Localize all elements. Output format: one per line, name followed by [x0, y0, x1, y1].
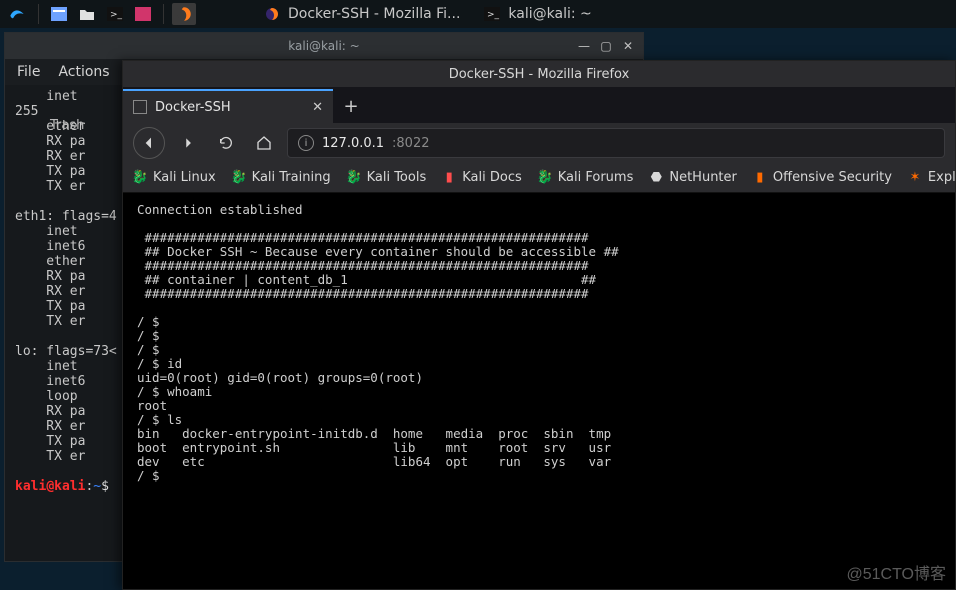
bug-icon: ✶	[908, 171, 922, 185]
forward-button[interactable]	[173, 128, 203, 158]
home-button[interactable]	[249, 128, 279, 158]
url-bar[interactable]: i 127.0.0.1 :8022	[287, 128, 945, 158]
dragon-icon: 🐉	[232, 171, 246, 185]
reload-button[interactable]	[211, 128, 241, 158]
back-button[interactable]	[133, 127, 165, 159]
bookmark-kali-linux[interactable]: 🐉Kali Linux	[133, 170, 216, 185]
taskbar-entry-label: kali@kali: ~	[508, 6, 591, 22]
firefox-window: Docker-SSH - Mozilla Firefox Docker-SSH …	[122, 60, 956, 590]
arrow-right-icon	[181, 136, 195, 150]
prompt-symbol: $	[101, 479, 109, 494]
dragon-icon: 🐉	[538, 171, 552, 185]
svg-text:>_: >_	[110, 10, 123, 20]
menu-actions[interactable]: Actions	[58, 64, 109, 80]
terminal-output: inet 255 ether RX pa RX er TX pa TX er e…	[15, 89, 117, 464]
tab-favicon	[133, 100, 147, 114]
close-button[interactable]: ✕	[619, 37, 637, 55]
taskbar-divider	[163, 4, 164, 24]
plus-icon: +	[343, 96, 358, 117]
prompt-cwd: ~	[93, 479, 101, 494]
watermark: @51CTO博客	[846, 560, 946, 584]
bookmark-kali-docs[interactable]: ▮Kali Docs	[442, 170, 522, 185]
page-content[interactable]: Connection established #################…	[123, 193, 955, 589]
bookmark-offensive-security[interactable]: ▮Offensive Security	[753, 170, 892, 185]
shield-icon: ⬣	[649, 171, 663, 185]
firefox-launcher-icon[interactable]	[172, 3, 196, 25]
bookmark-kali-forums[interactable]: 🐉Kali Forums	[538, 170, 634, 185]
new-tab-button[interactable]: +	[333, 89, 369, 123]
firefox-titlebar[interactable]: Docker-SSH - Mozilla Firefox	[123, 61, 955, 87]
tab-close-icon[interactable]: ✕	[312, 100, 323, 115]
bookmark-kali-training[interactable]: 🐉Kali Training	[232, 170, 331, 185]
minimize-button[interactable]: —	[575, 37, 593, 55]
menu-file[interactable]: File	[17, 64, 40, 80]
prompt-host: kali	[54, 479, 85, 494]
firefox-icon	[264, 6, 280, 22]
home-icon	[256, 135, 272, 151]
firefox-tabstrip: Docker-SSH ✕ +	[123, 87, 955, 123]
url-port: :8022	[392, 136, 429, 151]
dragon-icon: 🐉	[133, 171, 147, 185]
reload-icon	[218, 135, 234, 151]
taskbar-entry-firefox[interactable]: Docker-SSH - Mozilla Fi...	[254, 2, 470, 26]
terminal-icon[interactable]: >_	[103, 3, 127, 25]
arrow-left-icon	[141, 135, 157, 151]
maximize-button[interactable]: ▢	[597, 37, 615, 55]
bookmark-exploit-db[interactable]: ✶Exploi	[908, 170, 955, 185]
url-host: 127.0.0.1	[322, 136, 384, 151]
bookmark-nethunter[interactable]: ⬣NetHunter	[649, 170, 737, 185]
offsec-icon: ▮	[753, 171, 767, 185]
docker-ssh-terminal-output: Connection established #################…	[137, 202, 619, 483]
site-info-icon[interactable]: i	[298, 135, 314, 151]
file-manager-icon[interactable]	[75, 3, 99, 25]
desktop-trash-label[interactable]: Trash	[50, 118, 84, 133]
dragon-icon: 🐉	[347, 171, 361, 185]
book-icon: ▮	[442, 171, 456, 185]
terminal-title: kali@kali: ~	[5, 39, 643, 53]
taskbar-divider	[38, 4, 39, 24]
firefox-toolbar: i 127.0.0.1 :8022	[123, 123, 955, 163]
browser-tab[interactable]: Docker-SSH ✕	[123, 89, 333, 123]
bookmarks-toolbar: 🐉Kali Linux 🐉Kali Training 🐉Kali Tools ▮…	[123, 163, 955, 193]
taskbar-entry-label: Docker-SSH - Mozilla Fi...	[288, 6, 460, 22]
kali-logo-icon[interactable]	[4, 2, 30, 26]
window-list-icon[interactable]	[47, 3, 71, 25]
tab-label: Docker-SSH	[155, 100, 231, 115]
terminal-icon: >_	[484, 7, 500, 21]
terminal-titlebar[interactable]: kali@kali: ~ — ▢ ✕	[5, 33, 643, 59]
firefox-title: Docker-SSH - Mozilla Firefox	[449, 67, 630, 82]
taskbar-entry-terminal[interactable]: >_ kali@kali: ~	[474, 2, 601, 26]
bookmark-kali-tools[interactable]: 🐉Kali Tools	[347, 170, 427, 185]
svg-text:>_: >_	[487, 10, 500, 20]
app-icon[interactable]	[131, 3, 155, 25]
prompt-user: kali	[15, 479, 46, 494]
desktop-taskbar: >_ Docker-SSH - Mozilla Fi... >_ kali@ka…	[0, 0, 956, 28]
